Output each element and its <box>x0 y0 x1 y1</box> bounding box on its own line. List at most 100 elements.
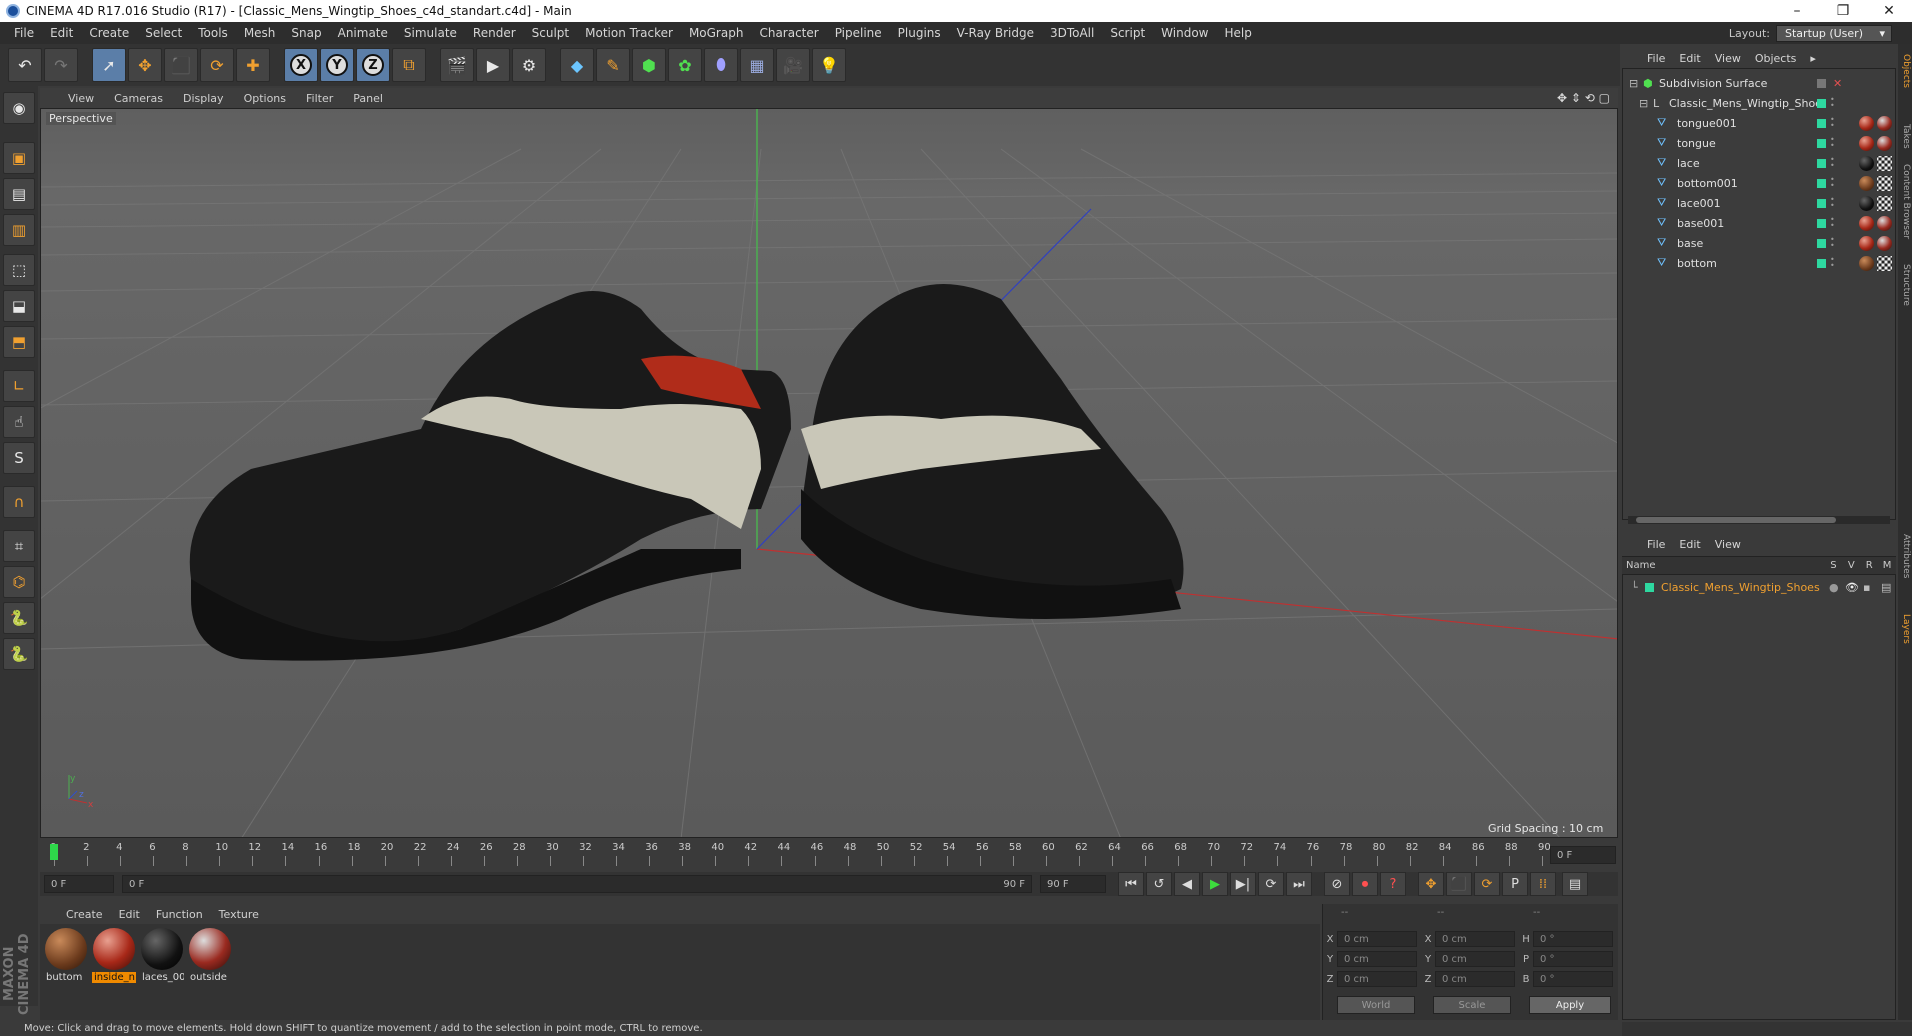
material-tag-icon[interactable] <box>1859 115 1874 131</box>
scale-tool-button[interactable]: ⬛ <box>164 48 198 82</box>
layer-color-swatch[interactable] <box>1817 98 1826 108</box>
polygons-mode-icon[interactable]: ⬒ <box>3 326 35 358</box>
select-tool-button[interactable]: ➚ <box>92 48 126 82</box>
viewport-menu-cameras[interactable]: Cameras <box>104 92 173 105</box>
layer-color-swatch[interactable] <box>1817 198 1826 208</box>
rotation-h-field[interactable]: 0 ° <box>1533 931 1613 947</box>
maximize-button[interactable]: ❐ <box>1820 3 1866 19</box>
menu-create[interactable]: Create <box>81 26 137 40</box>
rotation-b-field[interactable]: 0 ° <box>1533 971 1613 987</box>
material-buttom[interactable]: buttom <box>44 928 88 983</box>
timeline-window-button[interactable]: ▤ <box>1562 872 1588 896</box>
menu-help[interactable]: Help <box>1216 26 1259 40</box>
object-menu-file[interactable]: File <box>1640 52 1672 65</box>
render-settings-button[interactable]: ⚙ <box>512 48 546 82</box>
material-tag-icon[interactable] <box>1859 195 1874 211</box>
coordinate-system-button[interactable]: ⧉ <box>392 48 426 82</box>
viewport-menu-filter[interactable]: Filter <box>296 92 343 105</box>
menu-character[interactable]: Character <box>751 26 826 40</box>
object-manager-scrollbar[interactable] <box>1628 516 1890 524</box>
size-mode-dropdown[interactable]: Scale <box>1433 996 1511 1014</box>
material-laces[interactable]: laces_00 <box>140 928 184 983</box>
object-menu-more[interactable]: ▸ <box>1803 52 1823 65</box>
object-menu-objects[interactable]: Objects <box>1748 52 1804 65</box>
menu-window[interactable]: Window <box>1153 26 1216 40</box>
position-x-field[interactable]: 0 cm <box>1337 931 1417 947</box>
material-inside[interactable]: inside_n <box>92 928 136 983</box>
tab-takes[interactable]: Takes <box>1899 124 1911 149</box>
layer-menu-file[interactable]: File <box>1640 538 1672 551</box>
visibility-dots[interactable]: • • <box>1830 96 1835 110</box>
deformer-button[interactable]: ⬮ <box>704 48 738 82</box>
timeline-ruler[interactable]: 0246810121416182022242628303234363840424… <box>40 840 1618 870</box>
scrollbar-thumb[interactable] <box>1636 517 1836 523</box>
menu-mesh[interactable]: Mesh <box>236 26 284 40</box>
visibility-dots[interactable]: • • <box>1830 116 1835 130</box>
visibility-dots[interactable]: • • <box>1830 176 1835 190</box>
minimize-button[interactable]: – <box>1774 3 1820 19</box>
texture-tag-icon[interactable] <box>1877 155 1892 171</box>
layout-dropdown[interactable]: Startup (User) <box>1776 24 1892 42</box>
go-to-end-button[interactable]: ⏭ <box>1286 872 1312 896</box>
axis-mode-icon[interactable]: ∟ <box>3 370 35 402</box>
key-scale-button[interactable]: ⬛ <box>1446 872 1472 896</box>
tree-item-bottom001[interactable]: ⛛ bottom001 • • <box>1623 173 1897 193</box>
z-axis-button[interactable]: Z <box>356 48 390 82</box>
material-tag-icon[interactable] <box>1877 235 1892 251</box>
floor-button[interactable]: ▦ <box>740 48 774 82</box>
lock-workplane-icon[interactable]: ⌗ <box>3 530 35 562</box>
layer-color-swatch[interactable] <box>1817 258 1826 268</box>
visibility-dots[interactable]: • • <box>1830 196 1835 210</box>
position-y-field[interactable]: 0 cm <box>1337 951 1417 967</box>
manager-toggle-icon[interactable]: ▤ <box>1881 581 1891 594</box>
menu-plugins[interactable]: Plugins <box>890 26 949 40</box>
material-tag-icon[interactable] <box>1877 115 1892 131</box>
tree-item-tongue[interactable]: ⛛ tongue • • <box>1623 133 1897 153</box>
rotation-p-field[interactable]: 0 ° <box>1533 951 1613 967</box>
key-position-button[interactable]: ✥ <box>1418 872 1444 896</box>
menu-sculpt[interactable]: Sculpt <box>524 26 577 40</box>
subdivision-surface-button[interactable]: ⬢ <box>632 48 666 82</box>
menu-simulate[interactable]: Simulate <box>396 26 465 40</box>
menu-pipeline[interactable]: Pipeline <box>827 26 890 40</box>
layer-color-swatch[interactable] <box>1817 138 1826 148</box>
object-menu-view[interactable]: View <box>1708 52 1748 65</box>
frame-range-slider[interactable]: 0 F 90 F <box>122 875 1032 893</box>
redo-button[interactable]: ↷ <box>44 48 78 82</box>
material-tag-icon[interactable] <box>1859 235 1874 251</box>
tree-item-lace001[interactable]: ⛛ lace001 • • <box>1623 193 1897 213</box>
timeline-playhead[interactable] <box>50 844 58 860</box>
layer-row[interactable]: └ Classic_Mens_Wingtip_Shoes ● 👁 ▪ ▤ <box>1623 577 1897 597</box>
layer-color-swatch[interactable] <box>1645 582 1654 592</box>
menu-3dtoall[interactable]: 3DToAll <box>1042 26 1102 40</box>
tree-item-tongue001[interactable]: ⛛ tongue001 • • <box>1623 113 1897 133</box>
cloner-button[interactable]: ✿ <box>668 48 702 82</box>
snap-icon[interactable]: S <box>3 442 35 474</box>
workplane-mode-icon[interactable]: ▥ <box>3 214 35 246</box>
material-tag-icon[interactable] <box>1859 215 1874 231</box>
record-active-objects-button[interactable]: ⏺ <box>1352 872 1378 896</box>
menu-select[interactable]: Select <box>137 26 190 40</box>
disable-icon[interactable]: ✕ <box>1833 77 1842 90</box>
next-key-button[interactable]: ⟳ <box>1258 872 1284 896</box>
texture-mode-icon[interactable]: ▤ <box>3 178 35 210</box>
apply-button[interactable]: Apply <box>1529 996 1611 1014</box>
layer-menu-view[interactable]: View <box>1708 538 1748 551</box>
render-toggle-icon[interactable]: ▪ <box>1863 581 1870 594</box>
viewport-menu-options[interactable]: Options <box>234 92 296 105</box>
viewport-navigation-icons[interactable]: ✥ ⇕ ⟲ ▢ <box>1557 91 1618 105</box>
coordinate-system-dropdown[interactable]: World <box>1337 996 1415 1014</box>
collapse-icon[interactable]: ⊟ <box>1629 77 1638 90</box>
current-frame-field[interactable]: 0 F <box>1550 846 1616 864</box>
layer-menu-edit[interactable]: Edit <box>1672 538 1707 551</box>
menu-snap[interactable]: Snap <box>283 26 329 40</box>
material-outside[interactable]: outside <box>188 928 232 983</box>
menu-motion-tracker[interactable]: Motion Tracker <box>577 26 681 40</box>
menu-tools[interactable]: Tools <box>190 26 236 40</box>
menu-vray-bridge[interactable]: V-Ray Bridge <box>949 26 1042 40</box>
key-pla-button[interactable]: ⁞⁞ <box>1530 872 1556 896</box>
menu-render[interactable]: Render <box>465 26 524 40</box>
material-tag-icon[interactable] <box>1877 215 1892 231</box>
points-mode-icon[interactable]: ⬚ <box>3 254 35 286</box>
texture-tag-icon[interactable] <box>1877 195 1892 211</box>
